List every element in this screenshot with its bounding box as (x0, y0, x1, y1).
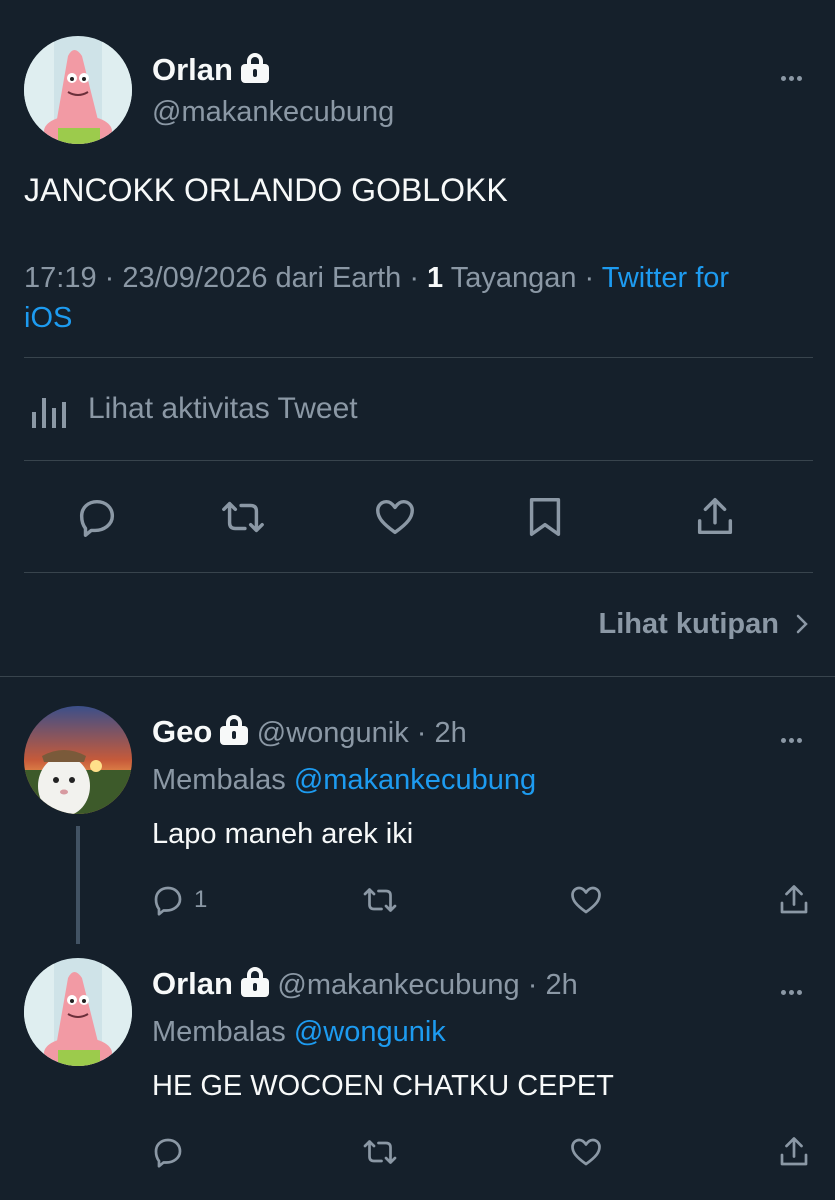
views-count: 1 (427, 262, 444, 294)
lock-icon (220, 715, 249, 745)
bookmark-icon[interactable] (522, 494, 568, 540)
quotes-link[interactable]: Lihat kutipan (598, 608, 811, 641)
replying-to: Membalas @makankecubung (152, 764, 536, 797)
share-icon[interactable] (776, 882, 812, 918)
reply-text: Lapo maneh arek iki (152, 818, 414, 850)
tweet-meta: 17:19 · 23/09/2026 dari Earth · 1 Tayang… (24, 258, 814, 338)
chart-icon (32, 398, 66, 428)
replying-prefix: Membalas (152, 1016, 294, 1048)
like-icon[interactable] (372, 494, 418, 540)
divider (0, 676, 835, 677)
reply-author-handle[interactable]: @wongunik · 2h (257, 717, 467, 749)
divider (24, 572, 813, 573)
thread-line (76, 826, 80, 944)
reply-icon[interactable] (150, 1134, 186, 1170)
avatar-geo[interactable] (24, 706, 132, 814)
lock-icon (240, 53, 269, 83)
divider (24, 357, 813, 358)
retweet-icon[interactable] (360, 882, 400, 918)
retweet-icon[interactable] (360, 1134, 400, 1170)
client-link-cont[interactable]: iOS (24, 302, 72, 334)
author-name-row: Orlan (152, 52, 269, 88)
activity-label: Lihat aktivitas Tweet (88, 392, 358, 425)
tweet-text: JANCOKK ORLANDO GOBLOKK (24, 172, 508, 208)
reply-header: Orlan @makankecubung · 2h (152, 966, 578, 1002)
quotes-label: Lihat kutipan (598, 608, 779, 640)
share-icon[interactable] (692, 494, 738, 540)
more-icon[interactable] (781, 982, 805, 1000)
reply-count: 1 (194, 886, 208, 913)
more-icon[interactable] (781, 68, 805, 86)
reply-author-name[interactable]: Orlan (152, 966, 233, 1001)
timestamp: 17:19 · 23/09/2026 dari Earth · (24, 262, 428, 294)
share-icon[interactable] (776, 1134, 812, 1170)
reply-author-handle[interactable]: @makankecubung · 2h (277, 969, 577, 1001)
reply-icon (154, 886, 182, 916)
like-icon[interactable] (568, 882, 604, 918)
author-name[interactable]: Orlan (152, 52, 233, 87)
more-icon[interactable] (781, 730, 805, 748)
replying-to: Membalas @wongunik (152, 1016, 446, 1049)
client-link[interactable]: Twitter for (602, 262, 729, 294)
chevron-right-icon (796, 614, 808, 634)
lock-icon (240, 967, 269, 997)
replying-to-link[interactable]: @wongunik (294, 1016, 446, 1048)
like-icon[interactable] (568, 1134, 604, 1170)
replying-to-link[interactable]: @makankecubung (294, 764, 536, 796)
replying-prefix: Membalas (152, 764, 294, 796)
reply-text: HE GE WOCOEN CHATKU CEPET (152, 1070, 614, 1102)
reply-header: Geo @wongunik · 2h (152, 714, 467, 750)
views-label: Tayangan · (443, 262, 602, 294)
reply-author-name[interactable]: Geo (152, 714, 212, 749)
avatar-orlan[interactable] (24, 36, 132, 144)
reply-icon[interactable] (74, 494, 120, 540)
author-handle[interactable]: @makankecubung (152, 96, 394, 129)
retweet-icon[interactable] (218, 494, 268, 540)
divider (24, 460, 813, 461)
avatar-orlan[interactable] (24, 958, 132, 1066)
